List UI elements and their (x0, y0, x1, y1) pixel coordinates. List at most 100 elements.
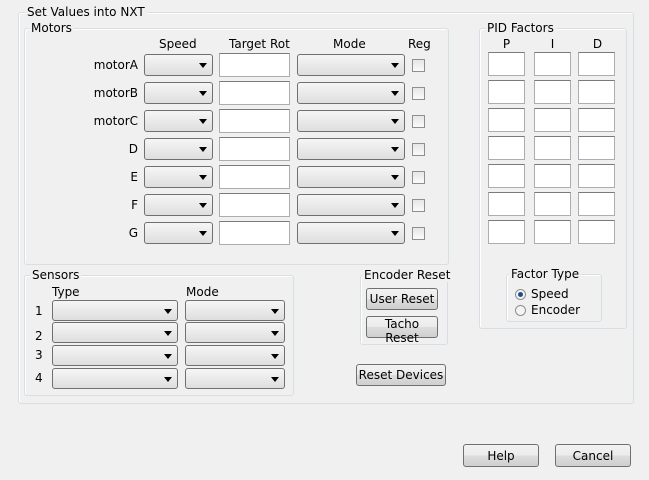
motor-mode-dropdown[interactable] (297, 110, 405, 132)
motor-speed-dropdown[interactable] (144, 138, 213, 160)
chevron-down-icon (391, 231, 399, 236)
motor-label: D (128, 142, 138, 156)
motor-target-rot-input[interactable] (219, 53, 290, 77)
radio-selected-dot (518, 292, 523, 297)
motor-label: motorA (93, 58, 138, 72)
chevron-down-icon (199, 175, 207, 180)
motor-target-rot-input[interactable] (219, 221, 290, 245)
pid-i-input[interactable] (534, 80, 571, 104)
motor-label: motorB (93, 86, 138, 100)
motor-label: motorC (93, 114, 138, 128)
pid-i-input[interactable] (534, 192, 571, 216)
sensor-label: 1 (35, 304, 43, 318)
factor-type-encoder-label[interactable]: Encoder (531, 303, 580, 317)
radio-button[interactable] (515, 289, 526, 300)
sensor-label: 2 (35, 329, 43, 343)
motor-mode-dropdown[interactable] (297, 138, 405, 160)
motor-speed-dropdown[interactable] (144, 222, 213, 244)
pid-p-input[interactable] (488, 52, 525, 76)
pid-i-input[interactable] (534, 164, 571, 188)
motor-reg-checkbox[interactable] (412, 87, 425, 100)
factor-type-speed-label[interactable]: Speed (531, 287, 569, 301)
motor-mode-dropdown[interactable] (297, 194, 405, 216)
pid-d-input[interactable] (578, 108, 615, 132)
chevron-down-icon (271, 376, 279, 382)
chevron-down-icon (271, 330, 279, 336)
motor-reg-checkbox[interactable] (412, 227, 425, 240)
sensor-mode-dropdown[interactable] (185, 368, 285, 389)
pid-i-input[interactable] (534, 220, 571, 244)
motor-speed-dropdown[interactable] (144, 82, 213, 104)
sensor-type-dropdown[interactable] (52, 368, 178, 389)
user-reset-button[interactable]: User Reset (366, 288, 438, 310)
sensor-type-dropdown[interactable] (52, 345, 178, 366)
chevron-down-icon (164, 353, 172, 359)
pid-i-input[interactable] (534, 52, 571, 76)
motor-speed-dropdown[interactable] (144, 166, 213, 188)
sensors-mode-header: Mode (186, 285, 219, 299)
reset-devices-button[interactable]: Reset Devices (356, 364, 446, 386)
motor-reg-checkbox[interactable] (412, 171, 425, 184)
motor-mode-dropdown[interactable] (297, 166, 405, 188)
help-button[interactable]: Help (463, 444, 539, 467)
motor-speed-dropdown[interactable] (144, 54, 213, 76)
motor-target-rot-input[interactable] (219, 81, 290, 105)
motor-label: F (131, 198, 138, 212)
radio-button[interactable] (515, 305, 526, 316)
motor-reg-checkbox[interactable] (412, 143, 425, 156)
encoder-reset-title: Encoder Reset (362, 268, 453, 282)
cancel-button[interactable]: Cancel (555, 444, 631, 467)
motors-reg-header: Reg (408, 37, 431, 51)
motor-speed-dropdown[interactable] (144, 194, 213, 216)
motors-target-rot-header: Target Rot (229, 37, 290, 51)
pid-p-input[interactable] (488, 192, 525, 216)
chevron-down-icon (391, 203, 399, 208)
chevron-down-icon (199, 231, 207, 236)
pid-d-input[interactable] (578, 164, 615, 188)
sensor-type-dropdown[interactable] (52, 300, 178, 321)
sensor-mode-dropdown[interactable] (185, 322, 285, 343)
chevron-down-icon (199, 63, 207, 68)
pid-p-input[interactable] (488, 164, 525, 188)
pid-d-input[interactable] (578, 220, 615, 244)
sensor-mode-dropdown[interactable] (185, 345, 285, 366)
sensor-mode-dropdown[interactable] (185, 300, 285, 321)
sensors-type-header: Type (52, 285, 80, 299)
motor-target-rot-input[interactable] (219, 193, 290, 217)
pid-factors-title: PID Factors (485, 21, 556, 35)
chevron-down-icon (391, 91, 399, 96)
pid-p-input[interactable] (488, 220, 525, 244)
chevron-down-icon (164, 330, 172, 336)
motor-reg-checkbox[interactable] (412, 199, 425, 212)
sensor-label: 3 (35, 348, 43, 362)
motor-target-rot-input[interactable] (219, 165, 290, 189)
motors-speed-header: Speed (159, 37, 197, 51)
motor-mode-dropdown[interactable] (297, 54, 405, 76)
sensors-title: Sensors (30, 268, 82, 282)
pid-d-input[interactable] (578, 52, 615, 76)
motor-reg-checkbox[interactable] (412, 115, 425, 128)
chevron-down-icon (199, 119, 207, 124)
chevron-down-icon (199, 147, 207, 152)
motor-reg-checkbox[interactable] (412, 59, 425, 72)
motor-mode-dropdown[interactable] (297, 222, 405, 244)
pid-p-input[interactable] (488, 136, 525, 160)
motor-target-rot-input[interactable] (219, 109, 290, 133)
sensor-type-dropdown[interactable] (52, 322, 178, 343)
pid-d-input[interactable] (578, 192, 615, 216)
pid-d-input[interactable] (578, 80, 615, 104)
motor-speed-dropdown[interactable] (144, 110, 213, 132)
motors-mode-header: Mode (333, 37, 366, 51)
pid-i-input[interactable] (534, 136, 571, 160)
pid-i-input[interactable] (534, 108, 571, 132)
chevron-down-icon (391, 63, 399, 68)
chevron-down-icon (199, 91, 207, 96)
motor-mode-dropdown[interactable] (297, 82, 405, 104)
sensor-label: 4 (35, 371, 43, 385)
pid-p-input[interactable] (488, 80, 525, 104)
motor-label: E (130, 170, 138, 184)
motor-target-rot-input[interactable] (219, 137, 290, 161)
pid-p-input[interactable] (488, 108, 525, 132)
tacho-reset-button[interactable]: Tacho Reset (366, 316, 438, 345)
pid-d-input[interactable] (578, 136, 615, 160)
